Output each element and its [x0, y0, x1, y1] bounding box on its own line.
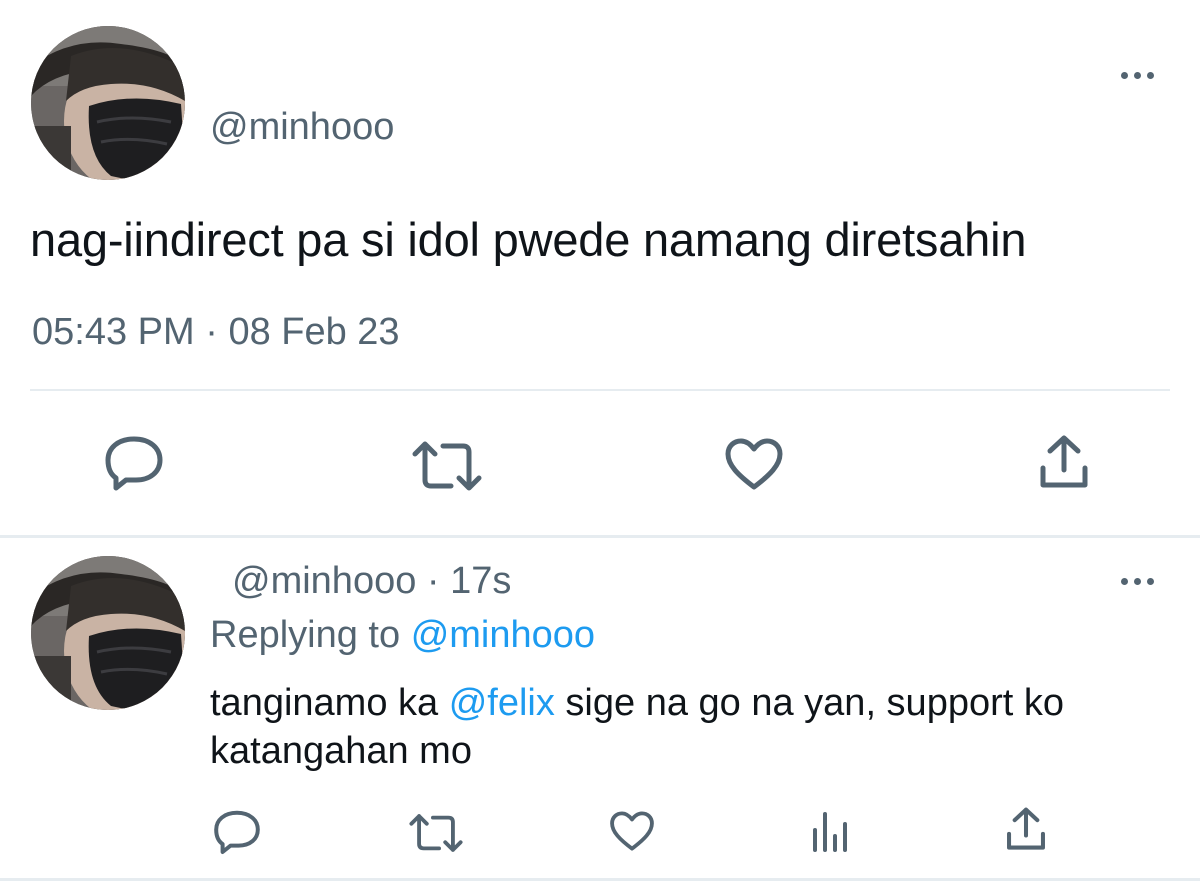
replying-to-label: Replying to	[210, 614, 401, 656]
reply-text-before: tanginamo ka	[210, 682, 449, 724]
retweet-button[interactable]	[408, 813, 464, 853]
divider	[0, 535, 1200, 538]
like-icon	[610, 811, 654, 851]
retweet-icon	[409, 814, 463, 852]
reply-icon	[105, 436, 163, 491]
reply-button[interactable]	[104, 435, 164, 491]
timestamp-separator: ·	[205, 311, 218, 353]
reply-header: @minhooo · 17s	[232, 560, 511, 603]
tweet-date: 08 Feb 23	[228, 311, 400, 353]
author-handle[interactable]: @minhooo	[210, 106, 394, 149]
tweet-timestamp[interactable]: 05:43 PM · 08 Feb 23	[32, 311, 400, 354]
like-button[interactable]	[724, 437, 784, 491]
like-button[interactable]	[609, 810, 655, 852]
replying-to: Replying to @minhooo	[210, 614, 595, 657]
divider	[0, 878, 1200, 881]
retweet-icon	[412, 441, 482, 491]
tweet-thread: @minhooo nag-iindirect pa si idol pwede …	[0, 0, 1200, 882]
share-icon	[1007, 807, 1045, 850]
retweet-button[interactable]	[411, 440, 483, 492]
more-options-icon[interactable]	[1115, 569, 1159, 593]
header-separator: ·	[426, 560, 440, 602]
like-icon	[725, 438, 783, 490]
share-icon	[1040, 435, 1088, 488]
divider	[30, 389, 1170, 391]
analytics-button[interactable]	[810, 808, 850, 852]
reply-text: tanginamo ka @felix sige na go na yan, s…	[210, 679, 1170, 775]
avatar-photo	[31, 556, 185, 710]
avatar[interactable]	[31, 26, 185, 180]
share-button[interactable]	[1038, 434, 1090, 490]
avatar[interactable]	[31, 556, 185, 710]
share-button[interactable]	[1005, 806, 1047, 852]
reply-button[interactable]	[213, 809, 261, 855]
mention-link[interactable]: @felix	[449, 682, 555, 724]
reply-icon	[214, 810, 260, 854]
author-handle[interactable]: @minhooo	[232, 560, 416, 602]
analytics-icon	[813, 812, 847, 852]
tweet-time: 05:43 PM	[32, 311, 195, 353]
replying-to-mention[interactable]: @minhooo	[411, 614, 595, 656]
more-options-icon[interactable]	[1115, 63, 1159, 87]
tweet-age[interactable]: 17s	[450, 560, 511, 602]
avatar-photo	[31, 26, 185, 180]
tweet-text: nag-iindirect pa si idol pwede namang di…	[30, 213, 1027, 266]
